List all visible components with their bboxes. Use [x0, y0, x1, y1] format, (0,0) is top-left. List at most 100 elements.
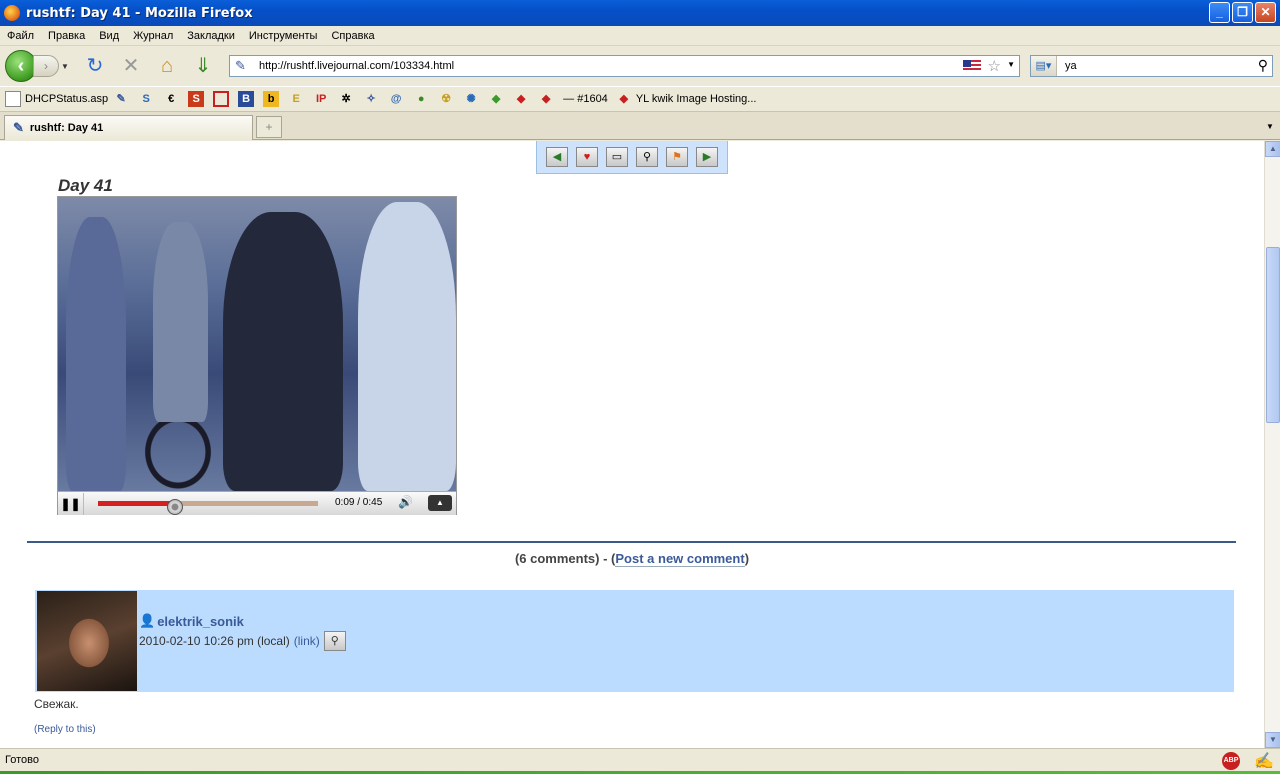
menu-tools[interactable]: Инструменты [242, 30, 325, 42]
tab-list-icon[interactable]: ▼ [1262, 116, 1278, 138]
tag-icon[interactable]: ▭ [606, 147, 628, 167]
page-content: ◀ ♥ ▭ ⚲ ⚑ ▶ Day 41 ❚❚ 0:09 / 0:45 🔊 ▲ (6… [0, 141, 1264, 748]
m-icon: ✧ [366, 93, 376, 105]
firefox-icon [4, 5, 20, 21]
bookmark-1604[interactable]: — #1604 [563, 93, 608, 105]
signature-icon[interactable]: ✍ [1254, 751, 1274, 771]
search-input[interactable]: ya [1065, 60, 1077, 72]
adblock-icon[interactable]: ABP [1222, 752, 1240, 770]
comments-divider [27, 541, 1236, 543]
home-icon[interactable]: ⌂ [153, 52, 181, 80]
bookmark-kwik[interactable]: ◆ YL kwik Image Hosting... [616, 91, 757, 107]
bookmark-item[interactable]: ✲ [338, 91, 358, 107]
add-memory-icon[interactable]: ♥ [576, 147, 598, 167]
close-button[interactable]: ✕ [1255, 2, 1276, 23]
lj-toolbar: ◀ ♥ ▭ ⚲ ⚑ ▶ [536, 141, 728, 174]
scroll-up-icon[interactable]: ▲ [1265, 141, 1280, 157]
bookmark-item[interactable]: @ [388, 91, 408, 107]
bookmark-item[interactable]: B [238, 91, 258, 107]
menu-bookmarks[interactable]: Закладки [180, 30, 242, 42]
menu-history[interactable]: Журнал [126, 30, 180, 42]
globe-icon: ● [417, 93, 425, 105]
video-controls: ❚❚ 0:09 / 0:45 🔊 ▲ [58, 491, 456, 515]
s-green-icon: S [188, 91, 205, 107]
comment-author[interactable]: 👤 elektrik_sonik [139, 613, 244, 629]
ip-icon: IP [315, 93, 327, 105]
bookmark-item[interactable]: b [263, 91, 283, 107]
pin-icon[interactable]: ⚲ [323, 631, 346, 651]
status-text: Готово [5, 754, 39, 766]
download-icon[interactable]: ⇓ [189, 52, 217, 80]
ruby-icon: ◆ [541, 93, 551, 105]
next-entry-icon[interactable]: ▶ [696, 147, 718, 167]
avatar[interactable] [37, 591, 137, 691]
post-comment-link[interactable]: Post a new comment [615, 551, 745, 567]
comment-text: Свежак. [34, 697, 79, 711]
url-bar[interactable]: ✎ http://rushtf.livejournal.com/103334.h… [229, 55, 1020, 77]
history-dropdown-icon[interactable]: ▼ [61, 62, 73, 71]
vertical-scrollbar[interactable]: ▲ ▼ [1264, 141, 1280, 748]
gear-icon: ✺ [466, 93, 476, 105]
bookmark-item[interactable]: ✺ [463, 91, 483, 107]
bookmark-label: YL kwik Image Hosting... [635, 93, 757, 105]
video-player[interactable]: ❚❚ 0:09 / 0:45 🔊 ▲ [57, 196, 457, 515]
menu-file[interactable]: Файл [0, 30, 41, 42]
video-scrubber-knob[interactable] [167, 499, 183, 515]
menu-help[interactable]: Справка [324, 30, 381, 42]
bookmark-star-icon[interactable]: ☆ [988, 57, 1001, 75]
pin-icon[interactable]: ⚲ [636, 147, 658, 167]
video-frame[interactable] [58, 197, 456, 491]
minimize-button[interactable]: _ [1209, 2, 1230, 23]
new-tab-button[interactable]: + [256, 116, 282, 138]
bookmark-item[interactable]: ● [413, 91, 433, 107]
user-icon[interactable]: 👤 [139, 613, 155, 629]
bookmark-item[interactable]: ✧ [363, 91, 383, 107]
previous-entry-icon[interactable]: ◀ [546, 147, 568, 167]
gem-icon: ◆ [491, 93, 501, 105]
search-engine-icon[interactable]: ▤▾ [1031, 56, 1057, 76]
video-figure [358, 202, 456, 491]
url-text[interactable]: http://rushtf.livejournal.com/103334.htm… [259, 60, 454, 72]
forward-button[interactable]: › [33, 55, 59, 77]
menu-view[interactable]: Вид [92, 30, 126, 42]
video-figure [66, 217, 126, 491]
bookmark-item[interactable]: ◆ [538, 91, 558, 107]
bookmark-item[interactable]: ✎ [113, 91, 133, 107]
reload-icon[interactable]: ↻ [81, 52, 109, 80]
stop-icon[interactable]: ✕ [117, 52, 145, 80]
b-yellow-icon: b [263, 91, 280, 107]
video-progress-bar[interactable] [98, 501, 318, 506]
maximize-button[interactable]: ❐ [1232, 2, 1253, 23]
bookmark-item[interactable]: E [288, 91, 308, 107]
scroll-thumb[interactable] [1266, 247, 1280, 423]
menu-edit[interactable]: Правка [41, 30, 92, 42]
bookmark-item[interactable]: S [138, 91, 158, 107]
bookmark-item[interactable]: ☢ [438, 91, 458, 107]
reply-link[interactable]: (Reply to this) [34, 724, 96, 735]
bookmark-dhcp[interactable]: DHCPStatus.asp [5, 91, 108, 107]
tab-rushtf[interactable]: ✎ rushtf: Day 41 [4, 115, 253, 140]
url-dropdown-icon[interactable]: ▼ [1007, 60, 1015, 69]
flag-icon[interactable]: ⚑ [666, 147, 688, 167]
b-icon: B [238, 91, 255, 107]
comment: 👤 elektrik_sonik 2010-02-10 10:26 pm (lo… [35, 590, 1234, 692]
fullscreen-icon[interactable]: ▲ [428, 495, 452, 511]
volume-icon[interactable]: 🔊 [398, 495, 413, 509]
bookmark-item[interactable]: € [163, 91, 183, 107]
menu-bar: Файл Правка Вид Журнал Закладки Инструме… [0, 26, 1280, 46]
video-figure [153, 222, 208, 422]
tab-label: rushtf: Day 41 [29, 122, 104, 134]
bookmark-item[interactable]: S [188, 91, 208, 107]
page-icon: ✎ [235, 58, 246, 73]
bookmark-item[interactable]: ◆ [513, 91, 533, 107]
pause-button[interactable]: ❚❚ [58, 492, 84, 515]
search-icon[interactable]: ⚲ [1258, 57, 1268, 74]
comment-link[interactable]: (link) [294, 634, 320, 648]
bookmark-item[interactable]: IP [313, 91, 333, 107]
username[interactable]: elektrik_sonik [157, 614, 244, 629]
bookmark-item[interactable] [213, 91, 233, 107]
scroll-down-icon[interactable]: ▼ [1265, 732, 1280, 748]
bookmark-item[interactable]: ◆ [488, 91, 508, 107]
search-bar[interactable]: ▤▾ ya ⚲ [1030, 55, 1273, 77]
ruby-icon: ◆ [619, 93, 629, 105]
